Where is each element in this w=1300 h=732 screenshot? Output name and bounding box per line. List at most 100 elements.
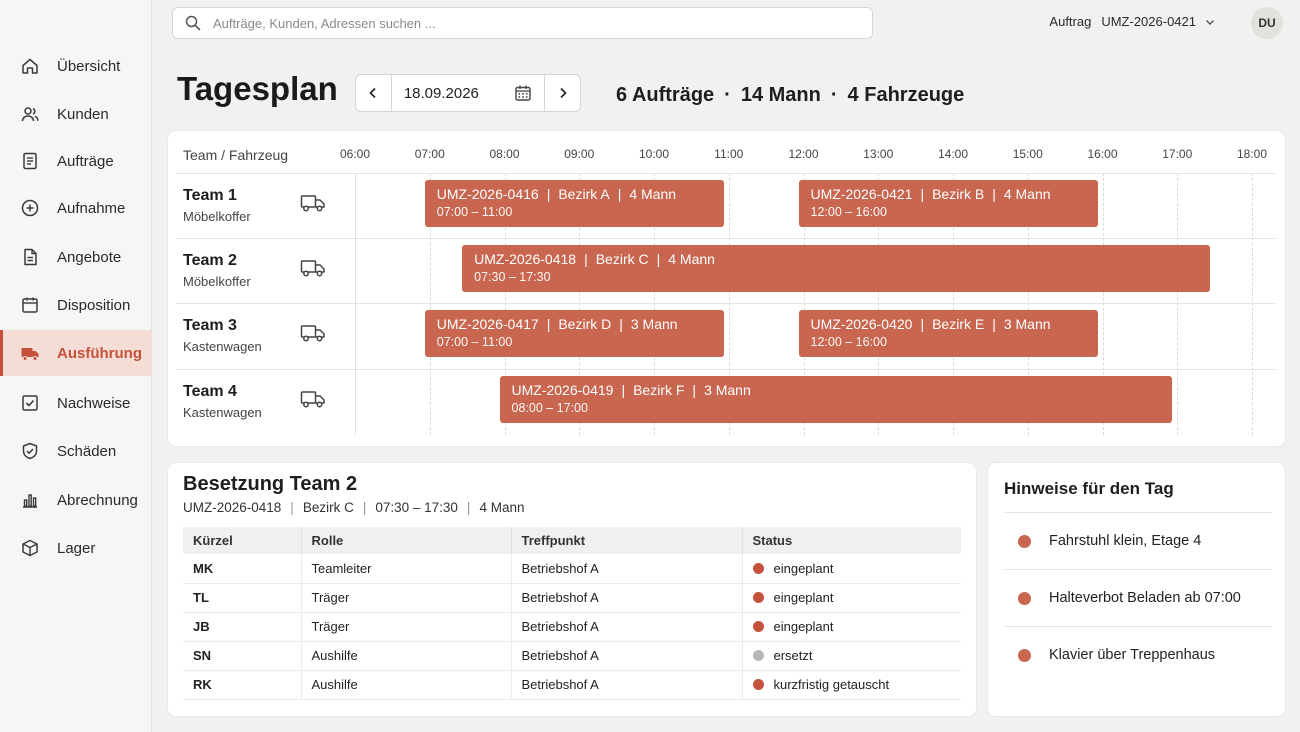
order-selector[interactable]: Auftrag UMZ-2026-0421	[1049, 14, 1216, 29]
table-row[interactable]: MK Teamleiter Betriebshof A eingeplant	[183, 554, 961, 584]
sidebar-item-label: Übersicht	[57, 57, 121, 75]
sidebar-item-ausführung[interactable]: Ausführung	[0, 330, 152, 376]
cell-status: kurzfristig getauscht	[742, 670, 961, 700]
sidebar-item-abrechnung[interactable]: Abrechnung	[0, 477, 152, 523]
sidebar-item-übersicht[interactable]: Übersicht	[0, 43, 152, 89]
cell-code: MK	[183, 554, 302, 584]
box-icon	[22, 539, 38, 557]
cell-meet: Betriebshof A	[511, 641, 743, 671]
team-vehicle: Kastenwagen	[183, 405, 262, 420]
crew-table: Kürzel Rolle Treffpunkt Status MK Teamleiter…	[183, 527, 961, 700]
grid-line	[1177, 173, 1179, 435]
team-vehicle: Kastenwagen	[183, 339, 262, 354]
separator: |	[656, 251, 661, 267]
table-row[interactable]: RK Aushilfe Betriebshof A kurzfristig getau…	[183, 670, 961, 700]
note-item: Halteverbot Beladen ab 07:00	[1004, 569, 1272, 626]
table-row[interactable]: JB Träger Betriebshof A eingeplant	[183, 612, 961, 642]
separator: |	[466, 500, 471, 515]
crew-panel: Besetzung Team 2 UMZ-2026-0418 | Bezirk C |…	[168, 463, 976, 716]
next-day-button[interactable]	[545, 75, 580, 111]
job-bar[interactable]: UMZ-2026-0416 | Bezirk A | 4 Mann 07:00 – 11:…	[424, 180, 724, 227]
checkbox-icon	[22, 395, 38, 411]
sidebar-item-label: Nachweise	[57, 394, 131, 412]
avatar[interactable]: DU	[1251, 7, 1283, 39]
table-row[interactable]: SN Aushilfe Betriebshof A ersetzt	[183, 641, 961, 671]
sidebar-item-aufnahme[interactable]: Aufnahme	[0, 185, 152, 231]
sidebar-item-lager[interactable]: Lager	[0, 525, 152, 571]
separator: |	[290, 500, 294, 515]
job-id: UMZ-2026-0419	[511, 382, 614, 398]
column-header: Treffpunkt	[511, 527, 743, 554]
order-value: UMZ-2026-0421	[1101, 14, 1196, 29]
cell-meet: Betriebshof A	[511, 612, 743, 642]
status-text: kurzfristig getauscht	[773, 677, 890, 692]
truck-icon	[300, 260, 325, 277]
job-id: UMZ-2026-0417	[436, 316, 539, 332]
sidebar-item-label: Aufnahme	[57, 199, 126, 217]
team-vehicle: Möbelkoffer	[183, 274, 251, 289]
row-divider	[176, 238, 1276, 239]
summary-men: 14 Mann	[740, 84, 821, 106]
job-bar[interactable]: UMZ-2026-0417 | Bezirk D | 3 Mann 07:00 – 11:…	[424, 310, 724, 357]
job-title: UMZ-2026-0418 | Bezirk C | 4 Mann	[474, 251, 1198, 267]
hour-tick: 15:00	[1012, 147, 1043, 161]
note-bullet	[1018, 591, 1031, 605]
sidebar-item-aufträge[interactable]: Aufträge	[0, 138, 152, 184]
job-time: 07:00 – 11:00	[436, 205, 513, 219]
sidebar: Übersicht Kunden Aufträge Aufnahme Angebote D…	[0, 0, 152, 732]
truck-icon	[300, 195, 325, 212]
home-icon	[22, 58, 38, 74]
table-row[interactable]: TL Träger Betriebshof A eingeplant	[183, 583, 961, 613]
cell-status: ersetzt	[742, 641, 961, 671]
sidebar-item-label: Schäden	[57, 442, 117, 460]
truck-icon	[21, 348, 39, 361]
sidebar-item-angebote[interactable]: Angebote	[0, 234, 152, 280]
sidebar-item-kunden[interactable]: Kunden	[0, 91, 152, 137]
crew-meta-item: 07:30 – 17:30	[375, 500, 458, 515]
prev-day-button[interactable]	[356, 75, 391, 111]
grid-line	[355, 173, 356, 435]
crew-meta-item: 4 Mann	[479, 500, 525, 515]
crew-table-header: Kürzel Rolle Treffpunkt Status	[183, 527, 961, 554]
hour-tick: 17:00	[1162, 147, 1193, 161]
date-value: 18.09.2026	[403, 84, 479, 102]
date-field[interactable]: 18.09.2026	[390, 75, 546, 111]
row-divider	[176, 303, 1276, 304]
sidebar-item-nachweise[interactable]: Nachweise	[0, 380, 152, 426]
job-bar[interactable]: UMZ-2026-0418 | Bezirk C | 4 Mann 07:30 – 17:…	[462, 245, 1210, 292]
job-title: UMZ-2026-0417 | Bezirk D | 3 Mann	[437, 316, 712, 332]
column-header: Status	[742, 527, 961, 554]
job-bar[interactable]: UMZ-2026-0420 | Bezirk E | 3 Mann 12:00 – 16:…	[798, 310, 1098, 357]
cell-code: SN	[183, 641, 302, 671]
search-input[interactable]	[213, 15, 853, 31]
job-title: UMZ-2026-0416 | Bezirk A | 4 Mann	[437, 186, 712, 202]
order-label: Auftrag	[1049, 14, 1092, 29]
cell-role: Aushilfe	[301, 641, 512, 671]
job-bezirk: Bezirk C	[595, 251, 649, 267]
calendar-icon[interactable]	[514, 84, 532, 102]
hour-tick: 08:00	[489, 147, 520, 161]
hour-tick: 13:00	[863, 147, 894, 161]
job-title: UMZ-2026-0420 | Bezirk E | 3 Mann	[811, 316, 1086, 332]
note-text: Fahrstuhl klein, Etage 4	[1049, 533, 1202, 549]
hour-tick: 18:00	[1236, 147, 1268, 161]
chevron-right-icon	[560, 87, 567, 99]
sidebar-item-schäden[interactable]: Schäden	[0, 428, 152, 474]
summary-vehicles: 4 Fahrzeuge	[847, 84, 965, 106]
job-bezirk: Bezirk B	[932, 186, 985, 202]
gantt-column-label: Team / Fahrzeug	[183, 147, 289, 163]
note-text: Klavier über Treppenhaus	[1049, 647, 1216, 663]
crew-title: Besetzung Team 2	[183, 473, 358, 495]
job-id: UMZ-2026-0418	[474, 251, 577, 267]
cell-role: Teamleiter	[301, 554, 512, 584]
sidebar-item-label: Abrechnung	[57, 491, 138, 509]
sidebar-item-disposition[interactable]: Disposition	[0, 282, 152, 328]
note-bullet	[1018, 534, 1031, 548]
job-bar[interactable]: UMZ-2026-0419 | Bezirk F | 3 Mann 08:00 – 17:…	[499, 376, 1173, 423]
job-bar[interactable]: UMZ-2026-0421 | Bezirk B | 4 Mann 12:00 – 16:…	[798, 180, 1098, 227]
job-id: UMZ-2026-0421	[810, 186, 913, 202]
team-name: Team 3	[183, 317, 237, 334]
note-bullet	[1018, 648, 1031, 662]
search-box[interactable]	[172, 7, 873, 39]
separator: |	[992, 186, 996, 202]
